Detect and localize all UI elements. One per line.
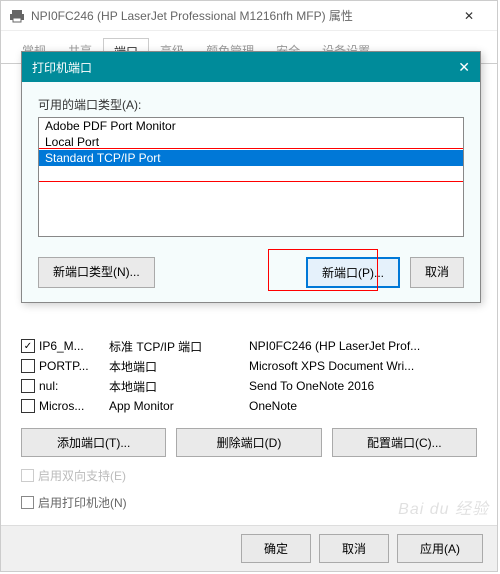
port-name: Micros... <box>39 399 109 413</box>
listbox-label: 可用的端口类型(A): <box>38 96 464 113</box>
window-title: NPI0FC246 (HP LaserJet Professional M121… <box>31 7 449 24</box>
configure-port-button[interactable]: 配置端口(C)... <box>332 428 477 457</box>
list-item[interactable]: Local Port <box>39 134 463 150</box>
list-item-selected[interactable]: Standard TCP/IP Port <box>39 150 463 166</box>
port-desc: App Monitor <box>109 399 249 413</box>
port-printer: Microsoft XPS Document Wri... <box>249 359 477 373</box>
port-printer: Send To OneNote 2016 <box>249 379 477 393</box>
option-label: 启用双向支持(E) <box>38 467 126 484</box>
port-action-buttons: 添加端口(T)... 删除端口(D) 配置端口(C)... <box>21 428 477 457</box>
ok-button[interactable]: 确定 <box>241 534 311 563</box>
delete-port-button[interactable]: 删除端口(D) <box>176 428 321 457</box>
port-row[interactable]: ✓ IP6_M... 标准 TCP/IP 端口 NPI0FC246 (HP La… <box>21 336 477 356</box>
port-desc: 本地端口 <box>109 378 249 395</box>
dialog-title: 打印机端口 <box>32 59 458 76</box>
port-desc: 标准 TCP/IP 端口 <box>109 338 249 355</box>
dialog-close-button[interactable]: ✕ <box>458 59 470 76</box>
dialog-titlebar: 打印机端口 ✕ <box>22 52 480 82</box>
port-desc: 本地端口 <box>109 358 249 375</box>
port-name: IP6_M... <box>39 339 109 353</box>
new-port-type-button[interactable]: 新端口类型(N)... <box>38 257 155 288</box>
watermark: Bai du 经验 <box>398 495 489 519</box>
printer-icon <box>9 8 25 24</box>
properties-window: NPI0FC246 (HP LaserJet Professional M121… <box>0 0 498 572</box>
apply-button[interactable]: 应用(A) <box>397 534 483 563</box>
port-row[interactable]: Micros... App Monitor OneNote <box>21 396 477 416</box>
checkbox-icon <box>21 469 34 482</box>
checkbox-icon[interactable] <box>21 496 34 509</box>
dialog-button-row: 新端口类型(N)... 新端口(P)... 取消 <box>38 257 464 288</box>
port-row[interactable]: PORTP... 本地端口 Microsoft XPS Document Wri… <box>21 356 477 376</box>
checkbox-icon[interactable]: ✓ <box>21 339 35 353</box>
dialog-footer: 确定 取消 应用(A) <box>1 525 497 571</box>
option-label: 启用打印机池(N) <box>38 494 127 511</box>
list-item[interactable]: Adobe PDF Port Monitor <box>39 118 463 134</box>
cancel-button[interactable]: 取消 <box>410 257 464 288</box>
cancel-button[interactable]: 取消 <box>319 534 389 563</box>
port-type-listbox[interactable]: Adobe PDF Port Monitor Local Port Standa… <box>38 117 464 237</box>
port-row[interactable]: nul: 本地端口 Send To OneNote 2016 <box>21 376 477 396</box>
checkbox-icon[interactable] <box>21 399 35 413</box>
new-port-button[interactable]: 新端口(P)... <box>306 257 400 288</box>
dialog-body: 可用的端口类型(A): Adobe PDF Port Monitor Local… <box>22 82 480 302</box>
port-printer: NPI0FC246 (HP LaserJet Prof... <box>249 339 477 353</box>
titlebar: NPI0FC246 (HP LaserJet Professional M121… <box>1 1 497 31</box>
port-name: nul: <box>39 379 109 393</box>
printer-port-dialog: 打印机端口 ✕ 可用的端口类型(A): Adobe PDF Port Monit… <box>21 51 481 303</box>
window-close-button[interactable]: ✕ <box>449 9 489 23</box>
checkbox-icon[interactable] <box>21 359 35 373</box>
port-table: ✓ IP6_M... 标准 TCP/IP 端口 NPI0FC246 (HP La… <box>21 336 477 416</box>
checkbox-icon[interactable] <box>21 379 35 393</box>
add-port-button[interactable]: 添加端口(T)... <box>21 428 166 457</box>
option-bidirectional: 启用双向支持(E) <box>21 467 477 484</box>
port-printer: OneNote <box>249 399 477 413</box>
port-name: PORTP... <box>39 359 109 373</box>
